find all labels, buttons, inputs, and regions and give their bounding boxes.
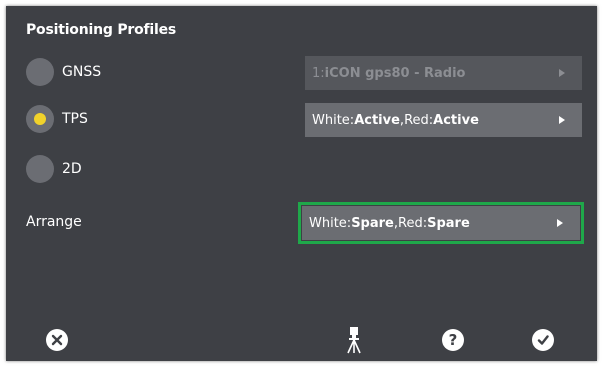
help-button[interactable]: ? <box>442 329 470 357</box>
radio-2d-circle[interactable] <box>26 155 54 183</box>
gnss-profile-prefix: 1: <box>312 65 325 81</box>
close-icon <box>46 329 68 351</box>
arrange-selector[interactable]: White: Spare, Red: Spare <box>302 206 580 240</box>
radio-selected-dot <box>34 113 46 125</box>
positioning-profiles-screen: Positioning Profiles GNSS 1: iCON gps80 … <box>6 6 597 361</box>
tps-white-label: White: <box>312 112 355 128</box>
gnss-profile-selector: 1: iCON gps80 - Radio <box>305 56 582 90</box>
check-icon <box>532 329 554 351</box>
gnss-profile-value: iCON gps80 - Radio <box>324 65 466 81</box>
tps-white-value: Active <box>354 112 400 128</box>
radio-2d[interactable]: 2D <box>26 154 82 184</box>
play-arrow-icon <box>559 69 565 77</box>
radio-gnss-label: GNSS <box>62 64 102 80</box>
cancel-button[interactable] <box>46 329 74 357</box>
help-icon: ? <box>442 329 464 351</box>
arrange-red-label: Red: <box>398 215 428 231</box>
radio-2d-label: 2D <box>62 161 82 177</box>
arrange-label: Arrange <box>26 214 82 230</box>
radio-tps[interactable]: TPS <box>26 104 88 134</box>
radio-tps-label: TPS <box>62 111 88 127</box>
arrange-white-value: Spare <box>351 215 394 231</box>
tps-red-value: Active <box>433 112 479 128</box>
arrange-white-label: White: <box>309 215 352 231</box>
tps-red-label: Red: <box>404 112 434 128</box>
instrument-button[interactable] <box>345 326 373 354</box>
arrange-red-value: Spare <box>427 215 470 231</box>
radio-tps-circle[interactable] <box>26 105 54 133</box>
play-arrow-icon <box>557 219 563 227</box>
tps-profile-selector[interactable]: White: Active, Red: Active <box>305 103 582 137</box>
tripod-icon <box>347 327 361 354</box>
confirm-button[interactable] <box>532 329 560 357</box>
radio-gnss[interactable]: GNSS <box>26 57 101 87</box>
page-title: Positioning Profiles <box>26 22 177 38</box>
play-arrow-icon <box>559 116 565 124</box>
radio-gnss-circle[interactable] <box>26 58 54 86</box>
